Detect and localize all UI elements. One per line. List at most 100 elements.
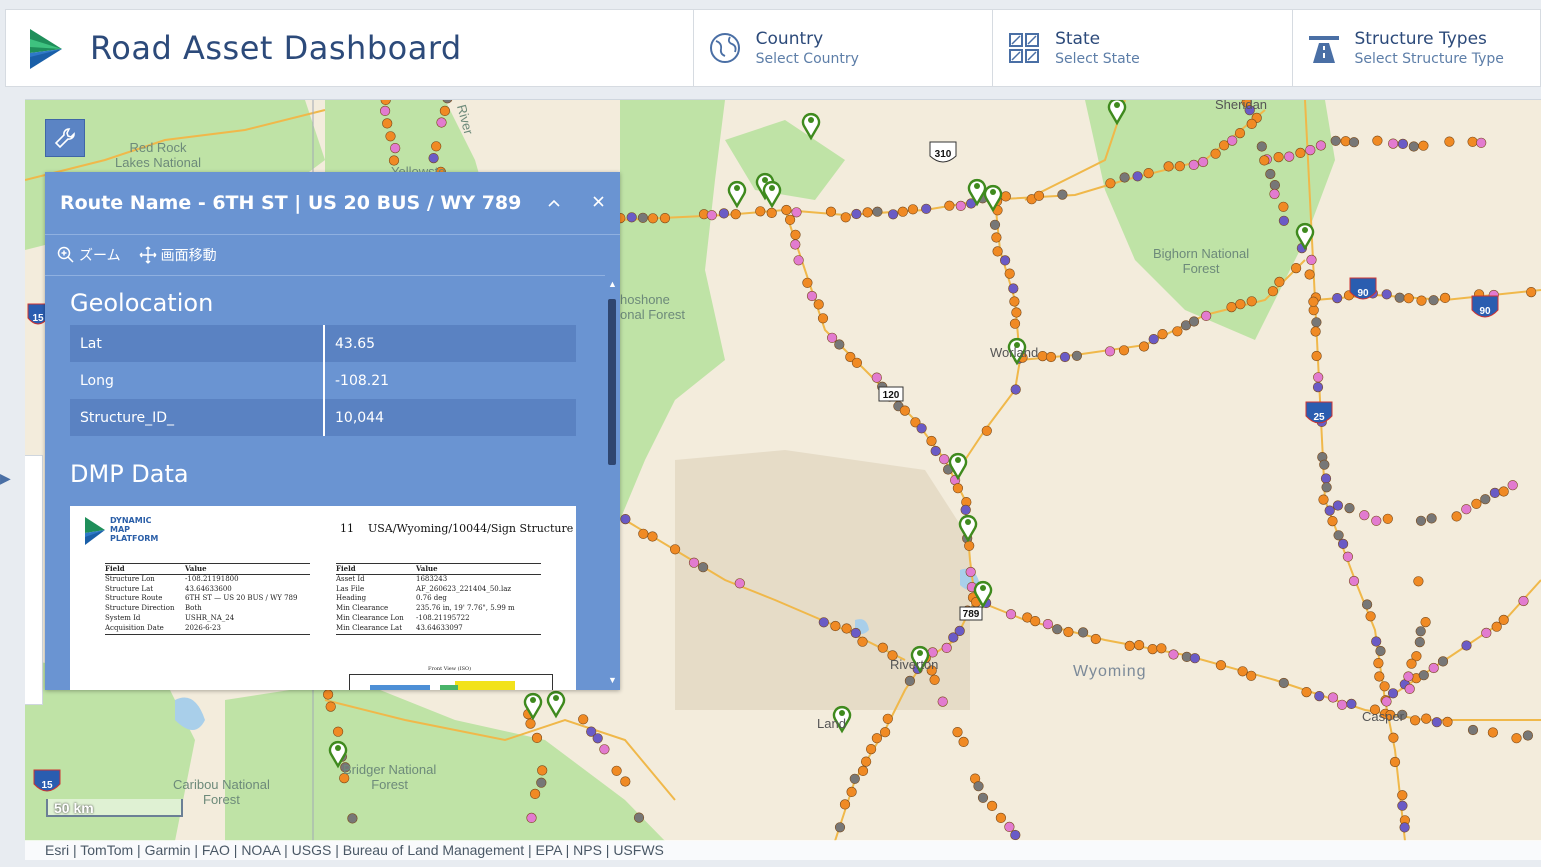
country-filter-value[interactable]: Select Country bbox=[756, 51, 859, 67]
asset-marker[interactable] bbox=[817, 313, 829, 324]
asset-marker[interactable] bbox=[1444, 136, 1455, 147]
asset-marker[interactable] bbox=[1119, 172, 1130, 183]
asset-marker[interactable] bbox=[1168, 649, 1179, 660]
asset-marker[interactable] bbox=[1311, 350, 1322, 362]
asset-marker[interactable] bbox=[1063, 626, 1074, 638]
asset-marker[interactable] bbox=[1313, 372, 1324, 383]
asset-marker[interactable] bbox=[1188, 159, 1199, 171]
asset-marker[interactable] bbox=[1346, 698, 1357, 710]
asset-marker[interactable] bbox=[1105, 178, 1116, 189]
asset-marker[interactable] bbox=[1359, 510, 1370, 521]
asset-marker[interactable] bbox=[1327, 516, 1338, 527]
asset-marker[interactable] bbox=[1409, 715, 1421, 726]
asset-marker[interactable] bbox=[830, 620, 841, 632]
asset-marker[interactable] bbox=[1397, 800, 1408, 811]
asset-marker[interactable] bbox=[669, 544, 681, 555]
asset-marker[interactable] bbox=[1387, 688, 1399, 699]
asset-marker[interactable] bbox=[1321, 482, 1332, 493]
asset-marker[interactable] bbox=[1507, 480, 1518, 491]
asset-marker[interactable] bbox=[1314, 690, 1325, 702]
asset-marker[interactable] bbox=[1269, 179, 1280, 191]
asset-marker[interactable] bbox=[1156, 643, 1167, 654]
country-filter[interactable]: Country Select Country bbox=[694, 10, 994, 86]
asset-marker[interactable] bbox=[1498, 486, 1509, 497]
asset-marker[interactable] bbox=[1210, 148, 1221, 159]
asset-marker[interactable] bbox=[1174, 161, 1185, 172]
asset-marker[interactable] bbox=[1246, 118, 1257, 129]
asset-marker[interactable] bbox=[1348, 137, 1360, 148]
asset-marker[interactable] bbox=[626, 212, 637, 223]
asset-marker[interactable] bbox=[1404, 683, 1415, 695]
asset-marker[interactable] bbox=[766, 207, 777, 218]
structure-type-filter-value[interactable]: Select Structure Type bbox=[1355, 51, 1504, 67]
asset-marker[interactable] bbox=[1124, 640, 1135, 652]
asset-marker[interactable] bbox=[325, 701, 336, 712]
asset-marker[interactable] bbox=[647, 531, 658, 542]
asset-marker[interactable] bbox=[1304, 269, 1315, 280]
asset-marker[interactable] bbox=[857, 636, 868, 647]
asset-marker[interactable] bbox=[1421, 713, 1432, 724]
asset-marker[interactable] bbox=[1439, 292, 1451, 303]
asset-marker[interactable] bbox=[793, 255, 804, 266]
scrollbar-thumb[interactable] bbox=[608, 299, 616, 465]
asset-marker[interactable] bbox=[1481, 627, 1492, 639]
pan-to-button[interactable]: 画面移動 bbox=[139, 245, 217, 265]
asset-marker[interactable] bbox=[1237, 666, 1248, 677]
asset-marker[interactable] bbox=[851, 208, 862, 220]
asset-marker[interactable] bbox=[526, 812, 537, 824]
asset-marker[interactable] bbox=[439, 105, 451, 116]
asset-marker[interactable] bbox=[1408, 141, 1419, 152]
asset-marker[interactable] bbox=[1059, 351, 1071, 363]
asset-marker[interactable] bbox=[806, 290, 818, 302]
asset-marker[interactable] bbox=[960, 504, 971, 516]
asset-marker[interactable] bbox=[1163, 161, 1174, 172]
asset-marker[interactable] bbox=[1147, 643, 1158, 655]
asset-marker[interactable] bbox=[981, 425, 992, 436]
asset-marker[interactable] bbox=[952, 483, 964, 494]
asset-marker[interactable] bbox=[1319, 459, 1330, 470]
asset-marker[interactable] bbox=[1397, 790, 1408, 801]
asset-marker[interactable] bbox=[916, 423, 927, 434]
asset-marker[interactable] bbox=[1071, 350, 1082, 361]
asset-marker[interactable] bbox=[1278, 677, 1289, 689]
asset-marker[interactable] bbox=[1375, 645, 1386, 657]
asset-marker[interactable] bbox=[1090, 633, 1101, 645]
asset-marker[interactable] bbox=[926, 435, 937, 447]
asset-marker[interactable] bbox=[1000, 191, 1011, 202]
asset-marker[interactable] bbox=[857, 765, 869, 777]
asset-marker[interactable] bbox=[958, 736, 969, 748]
asset-marker[interactable] bbox=[989, 219, 1001, 230]
asset-marker[interactable] bbox=[1009, 318, 1021, 329]
asset-marker[interactable] bbox=[1332, 500, 1343, 511]
asset-marker[interactable] bbox=[1480, 494, 1491, 505]
expand-panel-arrow-icon[interactable]: ▶ bbox=[0, 470, 11, 487]
asset-marker[interactable] bbox=[1197, 156, 1209, 168]
asset-marker[interactable] bbox=[1399, 822, 1410, 833]
asset-marker[interactable] bbox=[382, 118, 393, 129]
asset-marker[interactable] bbox=[1057, 189, 1068, 200]
asset-marker[interactable] bbox=[1489, 487, 1500, 499]
asset-marker[interactable] bbox=[1511, 733, 1522, 744]
asset-marker[interactable] bbox=[1045, 351, 1057, 363]
asset-marker[interactable] bbox=[872, 206, 883, 217]
asset-marker[interactable] bbox=[846, 786, 857, 798]
asset-marker[interactable] bbox=[1406, 658, 1417, 669]
asset-marker[interactable] bbox=[1388, 732, 1399, 743]
asset-marker[interactable] bbox=[638, 528, 649, 539]
asset-marker[interactable] bbox=[1305, 144, 1316, 156]
asset-marker[interactable] bbox=[1467, 136, 1478, 147]
asset-marker[interactable] bbox=[1306, 254, 1317, 265]
asset-marker[interactable] bbox=[1415, 626, 1426, 637]
asset-marker[interactable] bbox=[1215, 660, 1226, 671]
asset-marker[interactable] bbox=[791, 207, 802, 218]
asset-marker[interactable] bbox=[1382, 513, 1393, 524]
dmp-report-image[interactable]: DYNAMIC MAP PLATFORM 11 USA/Wyoming/1004… bbox=[70, 506, 576, 690]
asset-marker[interactable] bbox=[697, 562, 709, 573]
asset-marker[interactable] bbox=[1201, 310, 1212, 321]
asset-marker[interactable] bbox=[1004, 821, 1015, 833]
asset-marker[interactable] bbox=[1259, 155, 1270, 166]
asset-marker[interactable] bbox=[1381, 696, 1392, 707]
asset-marker[interactable] bbox=[877, 642, 888, 653]
asset-marker[interactable] bbox=[1320, 473, 1332, 484]
asset-marker[interactable] bbox=[1416, 295, 1427, 306]
